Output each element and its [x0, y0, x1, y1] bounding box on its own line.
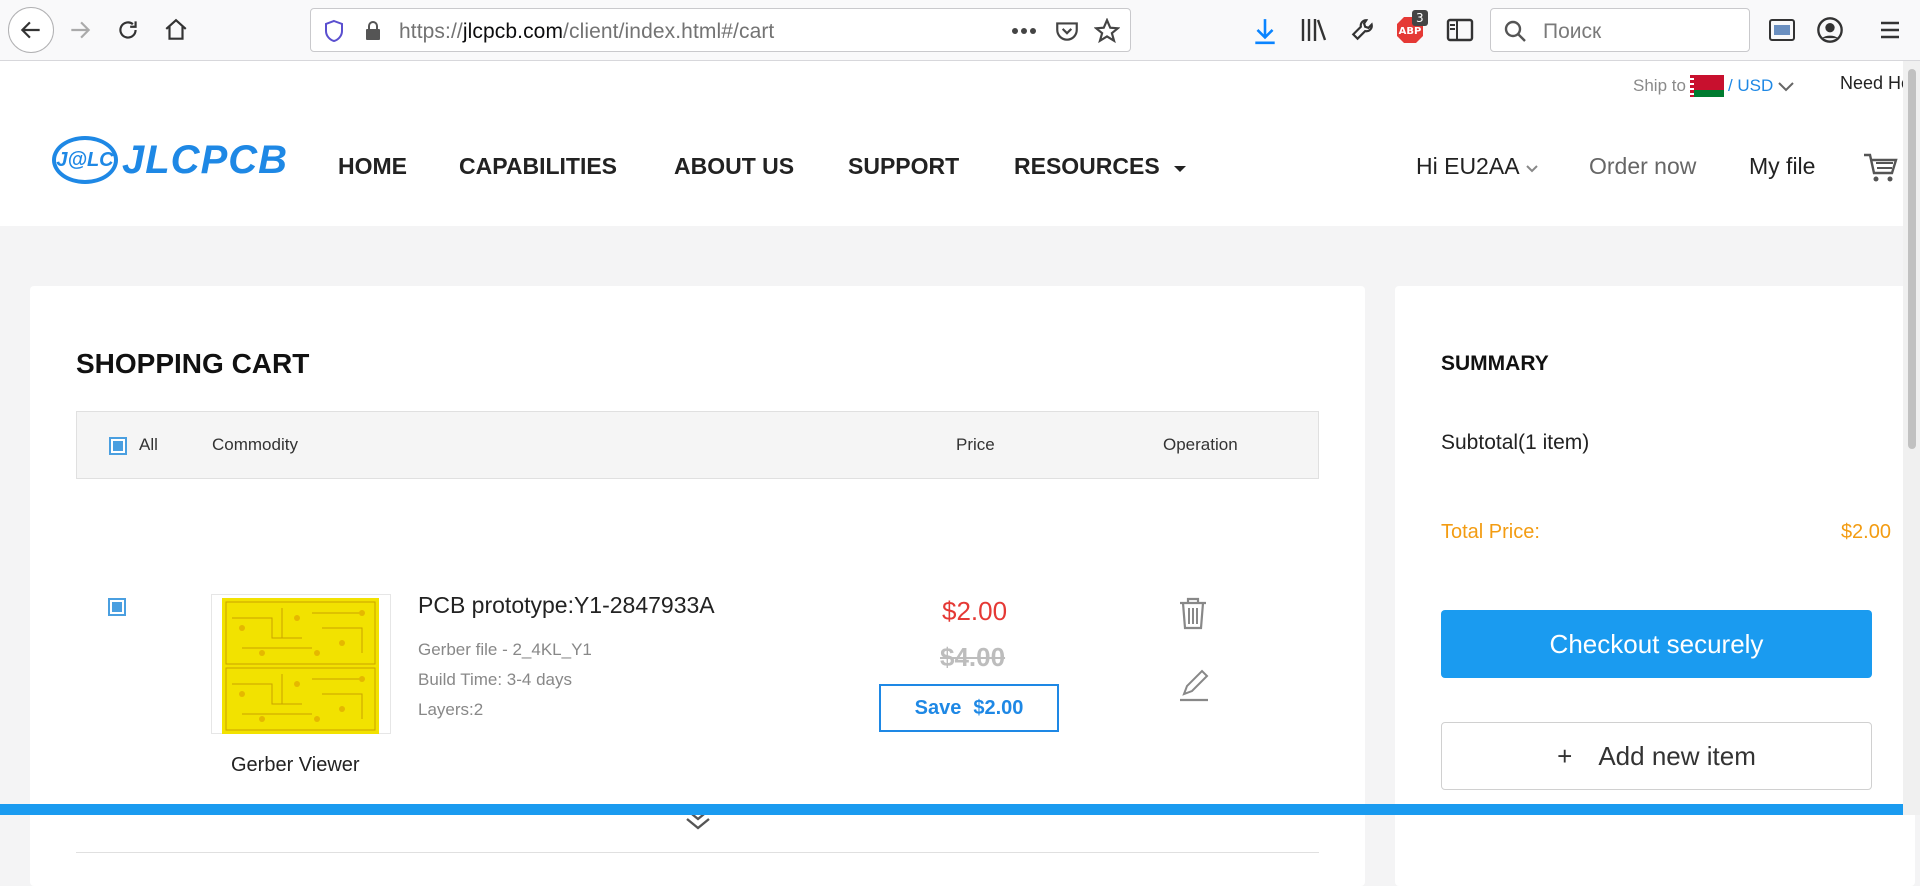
save-label: Save — [914, 696, 962, 719]
nav-resources[interactable]: RESOURCES — [1014, 153, 1188, 180]
summary-title: SUMMARY — [1441, 352, 1549, 375]
forward-button[interactable] — [58, 8, 102, 52]
browser-toolbar: https://jlcpcb.com/client/index.html#/ca… — [0, 0, 1920, 61]
lock-icon — [366, 21, 380, 40]
cart-panel: SHOPPING CART All Commodity Price Operat… — [30, 286, 1365, 886]
commodity-header: Commodity — [212, 435, 298, 454]
select-all-label: All — [139, 435, 158, 454]
total-price-label: Total Price: — [1441, 521, 1540, 543]
nav-home[interactable]: HOME — [338, 153, 407, 180]
arrow-right-icon — [71, 21, 91, 39]
chevron-down-icon — [1525, 165, 1538, 173]
belarus-flag-icon — [1689, 75, 1724, 97]
page-scrollbar[interactable] — [1903, 61, 1920, 815]
current-price: $2.00 — [942, 596, 1008, 626]
pcb-preview-image — [222, 598, 379, 734]
add-new-item-label: Add new item — [1598, 740, 1756, 771]
site-header: Ship to / USD Need He J@LC JLCPCB HOME C… — [0, 61, 1911, 226]
pocket-icon[interactable] — [1054, 18, 1080, 44]
page: Ship to / USD Need He J@LC JLCPCB HOME C… — [0, 61, 1915, 886]
operation-header: Operation — [1163, 435, 1238, 454]
nav-support[interactable]: SUPPORT — [848, 153, 959, 180]
need-help-link[interactable]: Need He — [1840, 73, 1911, 94]
bottom-banner — [0, 804, 1903, 815]
product-title[interactable]: PCB prototype:Y1-2847933A — [418, 592, 715, 619]
logo-mark: J@LC — [52, 136, 118, 184]
user-greeting: Hi EU2AA — [1416, 153, 1519, 179]
reload-button[interactable] — [106, 8, 150, 52]
sidebar-icon[interactable] — [1446, 17, 1474, 43]
row-divider — [76, 852, 1319, 853]
cart-table-header: All Commodity Price Operation — [76, 411, 1319, 479]
url-bar[interactable]: https://jlcpcb.com/client/index.html#/ca… — [310, 8, 1131, 52]
download-icon[interactable] — [1252, 17, 1278, 45]
gerber-file-info: Gerber file - 2_4KL_Y1 — [418, 640, 592, 659]
plus-icon: + — [1557, 740, 1573, 771]
savings-badge: Save $2.00 — [879, 684, 1059, 732]
layers-info: Layers:2 — [418, 700, 484, 719]
build-time-info: Build Time: 3-4 days — [418, 670, 573, 689]
edit-icon[interactable] — [1178, 668, 1210, 702]
original-price: $4.00 — [940, 642, 1006, 672]
summary-panel: SUMMARY Subtotal(1 item) Total Price: $2… — [1395, 286, 1915, 886]
search-bar[interactable]: Поиск — [1490, 8, 1750, 52]
wrench-icon[interactable] — [1350, 16, 1376, 44]
shield-icon — [325, 19, 343, 43]
delete-icon[interactable] — [1178, 596, 1208, 630]
price-header: Price — [956, 435, 995, 454]
nav-about-us[interactable]: ABOUT US — [674, 153, 794, 180]
adblock-button[interactable]: ABP 3 — [1396, 10, 1428, 46]
account-icon[interactable] — [1816, 16, 1844, 44]
scrollbar-thumb[interactable] — [1908, 69, 1916, 449]
more-actions-icon[interactable] — [1011, 27, 1037, 35]
adblock-badge: 3 — [1412, 10, 1428, 26]
cart-icon[interactable] — [1862, 151, 1898, 183]
arrow-left-icon — [20, 21, 40, 39]
total-price-value: $2.00 — [1840, 521, 1891, 543]
user-menu[interactable]: Hi EU2AA — [1416, 153, 1539, 180]
order-now-link[interactable]: Order now — [1589, 153, 1696, 180]
subtotal-label: Subtotal(1 item) — [1441, 431, 1590, 454]
ship-to-selector[interactable]: Ship to / USD — [1633, 75, 1795, 97]
screenshot-icon[interactable] — [1768, 17, 1796, 43]
search-placeholder: Поиск — [1543, 20, 1602, 43]
url-text: https://jlcpcb.com/client/index.html#/ca… — [399, 20, 775, 43]
svg-text:ABP: ABP — [1399, 26, 1422, 37]
chevron-down-icon — [1778, 82, 1794, 92]
home-button[interactable] — [154, 8, 198, 52]
bookmark-star-icon[interactable] — [1094, 18, 1120, 44]
select-all-checkbox[interactable] — [109, 437, 127, 455]
library-icon[interactable] — [1300, 17, 1328, 43]
my-file-link[interactable]: My file — [1749, 153, 1815, 180]
reload-icon — [119, 21, 137, 39]
gerber-viewer-link[interactable]: Gerber Viewer — [231, 754, 360, 777]
nav-resources-label: RESOURCES — [1014, 153, 1160, 179]
search-icon — [1504, 20, 1526, 42]
logo-text: JLCPCB — [122, 137, 289, 182]
nav-capabilities[interactable]: CAPABILITIES — [459, 153, 617, 180]
logo[interactable]: J@LC JLCPCB — [52, 136, 288, 184]
item-checkbox[interactable] — [108, 598, 126, 616]
caret-down-icon — [1174, 166, 1187, 172]
menu-icon[interactable] — [1878, 18, 1902, 42]
currency-label: / USD — [1727, 76, 1774, 95]
add-new-item-button[interactable]: + Add new item — [1441, 722, 1872, 790]
home-icon — [165, 18, 187, 40]
back-button[interactable] — [8, 7, 54, 53]
save-amount: $2.00 — [973, 696, 1024, 719]
checkout-button[interactable]: Checkout securely — [1441, 610, 1872, 678]
ship-to-label: Ship to — [1633, 76, 1686, 95]
cart-title: SHOPPING CART — [76, 348, 310, 379]
pcb-thumbnail[interactable] — [211, 594, 391, 734]
